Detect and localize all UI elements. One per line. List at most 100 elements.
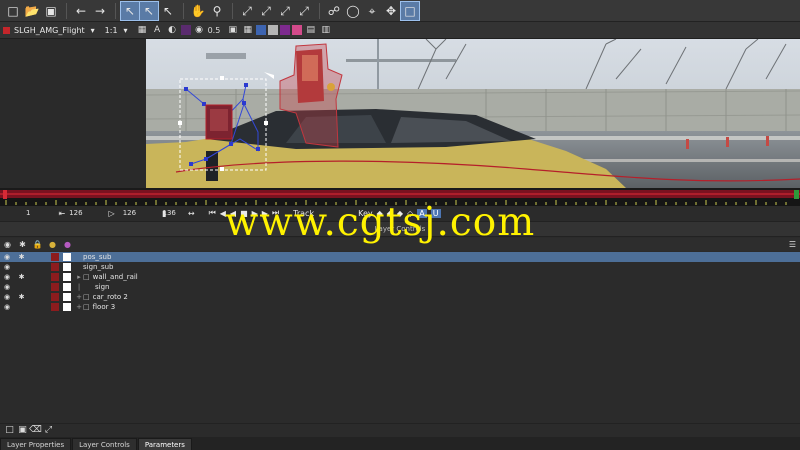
main-toolbar: □ 📂 ▣ ← → ↖ ↖ ↖ ✋ ⚲ ⤢ ⤢ ⤢ ⤢ ☍ ◯ ⌖ ✥ □ xyxy=(0,0,800,22)
grid-icon[interactable]: ▦ xyxy=(241,24,254,37)
layer-color-swatch[interactable] xyxy=(51,273,59,281)
eye-icon[interactable]: ◉ xyxy=(0,253,14,261)
move-icon[interactable]: ✥ xyxy=(382,2,400,20)
layer-color-swatch[interactable] xyxy=(51,253,59,261)
trash-icon[interactable]: ⌫ xyxy=(29,425,42,435)
color-wheel-icon[interactable]: ● xyxy=(45,240,60,249)
clip-name: SLGH_AMG_Flight xyxy=(14,25,85,35)
blue-swatch[interactable] xyxy=(256,25,267,35)
channel-icon[interactable]: ▦ xyxy=(136,24,149,37)
eye-icon[interactable]: ◉ xyxy=(0,303,14,311)
panel-tabs: Layer Properties Layer Controls Paramete… xyxy=(0,437,800,450)
layer-matte-swatch[interactable] xyxy=(63,253,71,261)
matte-color-swatch[interactable] xyxy=(180,25,191,35)
layer-row[interactable]: ◉ ✱ ▸ □ wall_and_rail xyxy=(0,272,800,282)
redo-icon[interactable]: → xyxy=(91,2,109,20)
opacity-icon[interactable]: ◉ xyxy=(193,24,206,37)
eye-icon[interactable]: ◉ xyxy=(0,293,14,301)
view-icon[interactable]: ▣ xyxy=(226,24,239,37)
layer-matte-swatch[interactable] xyxy=(63,293,71,301)
expand-icon[interactable]: ▸ xyxy=(75,273,83,281)
pin-icon[interactable]: ⌖ xyxy=(363,2,381,20)
transform-b-icon[interactable]: ⤢ xyxy=(257,2,275,20)
gear-icon[interactable]: ✱ xyxy=(14,273,29,281)
expand-icon[interactable]: + xyxy=(75,303,83,311)
panel-menu-icon[interactable]: ☰ xyxy=(789,240,796,249)
overlay-icon[interactable]: ◐ xyxy=(166,24,179,37)
layout-icon[interactable]: ▤ xyxy=(304,24,317,37)
gear-icon[interactable]: ✱ xyxy=(14,293,29,301)
layer-color-swatch[interactable] xyxy=(51,303,59,311)
visibility-icon[interactable]: ◉ xyxy=(0,240,15,249)
expand-icon[interactable]: + xyxy=(75,293,83,301)
layer-matte-swatch[interactable] xyxy=(63,283,71,291)
clip-selector[interactable]: SLGH_AMG_Flight ▾ xyxy=(3,26,95,35)
start-frame[interactable]: 1 xyxy=(26,209,30,217)
layer-row[interactable]: ◉ sign_sub xyxy=(0,262,800,272)
duplicate-layer-icon[interactable]: ▣ xyxy=(16,425,29,435)
layer-color-swatch[interactable] xyxy=(51,263,59,271)
viewer-canvas[interactable] xyxy=(146,39,800,188)
layer-name: sign_sub xyxy=(83,263,114,271)
open-file-icon[interactable]: 📂 xyxy=(23,2,41,20)
go-start-icon[interactable]: ⏮ xyxy=(209,208,216,218)
viewer-image xyxy=(146,39,800,188)
lock-icon[interactable]: 🔒 xyxy=(30,240,45,249)
select-tool-icon[interactable]: ↖ xyxy=(120,0,140,21)
tab-layer-controls[interactable]: Layer Controls xyxy=(72,438,137,450)
in-frame[interactable]: 126 xyxy=(69,209,82,217)
eye-icon[interactable]: ◉ xyxy=(0,263,14,271)
tab-layer-properties[interactable]: Layer Properties xyxy=(0,438,72,450)
gray-swatch[interactable] xyxy=(268,25,279,35)
set-in-icon[interactable]: ⇤ xyxy=(58,209,65,218)
current-frame[interactable]: 126 xyxy=(123,209,136,217)
layer-row[interactable]: ◉ + □ floor 3 xyxy=(0,302,800,312)
eye-icon[interactable]: ◉ xyxy=(0,273,14,281)
purple-swatch[interactable] xyxy=(280,25,291,35)
layer-matte-swatch[interactable] xyxy=(63,303,71,311)
tree-line: | xyxy=(77,283,81,291)
folder-icon: □ xyxy=(83,273,90,281)
matte-color-icon[interactable]: ● xyxy=(60,240,75,249)
lasso-icon[interactable]: ◯ xyxy=(344,2,362,20)
alpha-channel-label[interactable]: A xyxy=(151,24,164,37)
add-layer-icon[interactable]: □ xyxy=(3,425,16,435)
zoom-selector[interactable]: 1:1 ▾ xyxy=(105,26,128,35)
gear-icon[interactable]: ✱ xyxy=(15,240,30,249)
layer-name: floor 3 xyxy=(92,303,116,311)
watermark-text: www.cgtsj.com xyxy=(225,200,536,245)
layer-matte-swatch[interactable] xyxy=(63,273,71,281)
in-out-icon[interactable]: ▷ xyxy=(109,209,115,218)
layer-matte-swatch[interactable] xyxy=(63,263,71,271)
frame-icon[interactable]: □ xyxy=(400,0,420,21)
layer-actions-bar: □ ▣ ⌫ ⤢ xyxy=(0,423,800,436)
layer-row[interactable]: ◉ | sign xyxy=(0,282,800,292)
folder-icon: □ xyxy=(83,303,90,311)
select-b-tool-icon[interactable]: ↖ xyxy=(139,0,159,21)
opacity-value[interactable]: 0.5 xyxy=(208,26,221,35)
layer-name: sign xyxy=(95,283,110,291)
new-file-icon[interactable]: □ xyxy=(4,2,22,20)
hand-tool-icon[interactable]: ✋ xyxy=(189,2,207,20)
layer-row[interactable]: ◉ ✱ pos_sub xyxy=(0,252,800,262)
expand-panel-icon[interactable]: ⤢ xyxy=(42,425,55,435)
out-frame[interactable]: 136 xyxy=(162,209,175,217)
tab-parameters[interactable]: Parameters xyxy=(137,438,192,450)
layer-list: ◉ ✱ pos_sub ◉ sign_sub ◉ ✱ ▸ □ wall_and_… xyxy=(0,252,800,422)
layer-color-swatch[interactable] xyxy=(51,283,59,291)
transform-d-icon[interactable]: ⤢ xyxy=(295,2,313,20)
layer-color-swatch[interactable] xyxy=(51,293,59,301)
gear-icon[interactable]: ✱ xyxy=(14,253,29,261)
zoom-tool-icon[interactable]: ⚲ xyxy=(208,2,226,20)
link-icon[interactable]: ☍ xyxy=(325,2,343,20)
pink-swatch[interactable] xyxy=(292,25,303,35)
undo-icon[interactable]: ← xyxy=(72,2,90,20)
loop-icon[interactable]: ↔ xyxy=(188,209,195,218)
save-icon[interactable]: ▣ xyxy=(42,2,60,20)
eye-icon[interactable]: ◉ xyxy=(0,283,14,291)
compare-icon[interactable]: ▥ xyxy=(319,24,332,37)
transform-c-icon[interactable]: ⤢ xyxy=(276,2,294,20)
select-plus-tool-icon[interactable]: ↖ xyxy=(159,2,177,20)
layer-row[interactable]: ◉ ✱ + □ car_roto 2 xyxy=(0,292,800,302)
transform-a-icon[interactable]: ⤢ xyxy=(238,2,256,20)
